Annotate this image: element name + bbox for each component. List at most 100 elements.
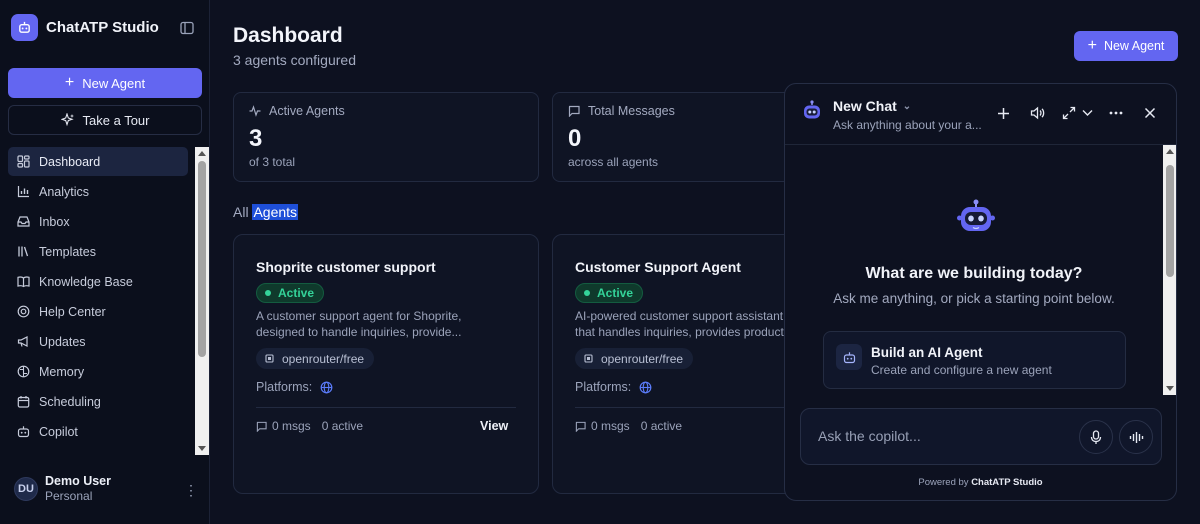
sidebar-item-label: Memory xyxy=(39,364,85,379)
chat-scrollbar[interactable] xyxy=(1163,145,1176,395)
stat-sub: across all agents xyxy=(568,155,659,169)
templates-icon xyxy=(18,246,29,257)
sidebar-scrollbar[interactable] xyxy=(195,147,209,455)
new-agent-header-button[interactable]: + New Agent xyxy=(1074,31,1178,61)
input-placeholder: Ask the copilot... xyxy=(818,428,921,444)
chat-body: What are we building today? Ask me anyth… xyxy=(785,145,1176,395)
chat-title[interactable]: New Chat ⌄ xyxy=(833,98,911,114)
suggestion-title: Build an AI Agent xyxy=(871,345,983,360)
more-horizontal-icon[interactable] xyxy=(1106,103,1126,123)
megaphone-icon xyxy=(17,336,28,347)
scrollbar-thumb[interactable] xyxy=(1166,165,1174,277)
chat-title-label: New Chat xyxy=(833,98,897,114)
stat-label: Active Agents xyxy=(269,104,345,118)
new-agent-label: New Agent xyxy=(1103,39,1165,53)
platforms-row: Platforms: xyxy=(256,380,333,394)
close-icon[interactable] xyxy=(1140,103,1160,123)
copilot-chat-panel: New Chat ⌄ Ask anything about your a... … xyxy=(784,83,1177,501)
chevron-down-icon[interactable] xyxy=(1079,103,1095,123)
status-label: Active xyxy=(278,286,315,300)
sidebar-nav: Dashboard Analytics Inbox Templates Know… xyxy=(0,147,210,455)
agent-card[interactable]: Shoprite customer support Active A custo… xyxy=(233,234,539,494)
stat-label: Total Messages xyxy=(588,104,675,118)
new-agent-label: New Agent xyxy=(82,75,146,91)
scroll-down-icon[interactable] xyxy=(1166,386,1174,391)
powered-prefix: Powered by xyxy=(918,477,969,488)
status-badge: Active xyxy=(575,283,644,303)
section-title: All Agents xyxy=(233,204,299,220)
audio-waveform-icon[interactable] xyxy=(1119,420,1153,454)
sidebar-item-templates[interactable]: Templates xyxy=(8,237,188,266)
agent-name: Customer Support Agent xyxy=(575,259,741,275)
model-chip: openrouter/free xyxy=(256,348,375,369)
sidebar-item-help-center[interactable]: Help Center xyxy=(8,297,188,326)
bot-icon xyxy=(17,426,30,438)
bot-logo-icon xyxy=(11,14,38,41)
copilot-input[interactable]: Ask the copilot... xyxy=(800,408,1162,465)
sidebar-item-label: Knowledge Base xyxy=(39,274,133,289)
sidebar-item-label: Templates xyxy=(39,244,96,259)
bot-avatar-icon xyxy=(801,100,823,127)
globe-icon xyxy=(639,381,652,393)
build-agent-suggestion[interactable]: Build an AI Agent Create and configure a… xyxy=(823,331,1126,389)
sidebar: ChatATP Studio + New Agent Take a Tour D… xyxy=(0,0,210,524)
bot-icon xyxy=(836,344,862,370)
take-tour-button[interactable]: Take a Tour xyxy=(8,105,202,135)
speaker-icon[interactable] xyxy=(1027,103,1047,123)
scrollbar-thumb[interactable] xyxy=(198,161,206,357)
microphone-icon[interactable] xyxy=(1079,420,1113,454)
stat-label-row: Active Agents xyxy=(249,104,345,118)
brand[interactable]: ChatATP Studio xyxy=(11,14,159,41)
activity-icon xyxy=(249,105,261,117)
divider xyxy=(256,407,516,408)
message-count: 0 msgs xyxy=(591,419,630,433)
scroll-up-icon[interactable] xyxy=(1166,149,1174,154)
card-footer: 0 msgs 0 active xyxy=(256,419,363,433)
more-vertical-icon[interactable]: ⋮ xyxy=(184,482,198,499)
analytics-icon xyxy=(17,186,29,198)
sidebar-item-memory[interactable]: Memory xyxy=(8,357,188,386)
suggestion-subtitle: Create and configure a new agent xyxy=(871,363,1052,377)
new-agent-button[interactable]: + New Agent xyxy=(8,68,202,98)
app-name: ChatATP Studio xyxy=(46,19,159,36)
stat-label-row: Total Messages xyxy=(568,104,675,118)
sidebar-toggle-icon[interactable] xyxy=(178,19,196,37)
stat-value: 0 xyxy=(568,125,582,152)
message-icon xyxy=(256,421,267,432)
sidebar-item-analytics[interactable]: Analytics xyxy=(8,177,188,206)
message-icon xyxy=(575,421,586,432)
sidebar-item-label: Updates xyxy=(39,334,86,349)
sidebar-item-scheduling[interactable]: Scheduling xyxy=(8,387,188,416)
stat-card-active-agents: Active Agents 3 of 3 total xyxy=(233,92,539,182)
chat-subtitle: Ask anything about your a... xyxy=(833,118,982,132)
chevron-down-icon: ⌄ xyxy=(902,100,912,112)
status-dot-icon xyxy=(265,290,271,296)
page-title: Dashboard xyxy=(233,24,343,47)
powered-brand: ChatATP Studio xyxy=(971,477,1043,488)
platforms-label: Platforms: xyxy=(256,380,313,394)
brain-icon xyxy=(17,365,30,378)
active-count: 0 active xyxy=(321,419,364,433)
cpu-icon xyxy=(265,354,274,363)
sidebar-item-label: Inbox xyxy=(39,214,70,229)
sidebar-item-updates[interactable]: Updates xyxy=(8,327,188,356)
scroll-up-icon[interactable] xyxy=(198,151,206,156)
globe-icon xyxy=(320,381,333,393)
new-chat-plus-icon[interactable] xyxy=(993,103,1013,123)
agent-description-line: designed to handle inquiries, provide... xyxy=(256,325,462,339)
scroll-down-icon[interactable] xyxy=(198,446,206,451)
view-button[interactable]: View xyxy=(480,419,508,433)
agent-description: A customer support agent for Shoprite, d… xyxy=(256,308,538,340)
sidebar-item-label: Analytics xyxy=(39,184,90,199)
sidebar-item-knowledge-base[interactable]: Knowledge Base xyxy=(8,267,188,296)
expand-icon[interactable] xyxy=(1059,103,1079,123)
user-workspace: Personal xyxy=(45,489,93,503)
lifebuoy-icon xyxy=(17,305,30,318)
active-count: 0 active xyxy=(640,419,683,433)
sidebar-item-label: Scheduling xyxy=(39,394,101,409)
bot-mascot-icon xyxy=(956,199,996,242)
sidebar-item-dashboard[interactable]: Dashboard xyxy=(8,147,188,176)
sidebar-item-inbox[interactable]: Inbox xyxy=(8,207,188,236)
sidebar-item-copilot[interactable]: Copilot xyxy=(8,417,188,446)
user-profile[interactable]: DU Demo User Personal xyxy=(14,474,111,503)
